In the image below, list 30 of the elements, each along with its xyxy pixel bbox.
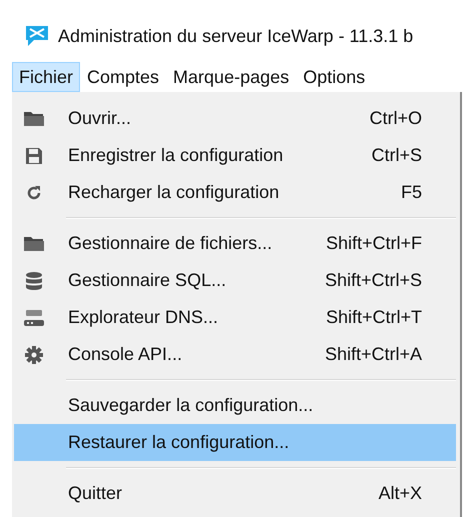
shortcut-label: Shift+Ctrl+F: [324, 232, 423, 255]
shortcut-label: F5: [400, 181, 423, 204]
settings-icon: [25, 346, 43, 364]
menu-item[interactable]: Quitter Alt+X: [14, 475, 456, 512]
menu-bar-item[interactable]: Fichier: [12, 62, 80, 92]
menu-item[interactable]: Enregistrer la configuration Ctrl+S: [14, 137, 456, 174]
menu-item[interactable]: Gestionnaire de fichiers... Shift+Ctrl+F: [14, 225, 456, 262]
shortcut-label: Shift+Ctrl+A: [324, 343, 423, 366]
shortcut-label: Shift+Ctrl+S: [324, 269, 423, 292]
shortcut-label: Alt+X: [377, 482, 423, 505]
menu-item[interactable]: Console API... Shift+Ctrl+A: [14, 336, 456, 373]
reload-icon: [26, 184, 42, 200]
menu-bar-item[interactable]: Marque-pages: [166, 62, 296, 92]
menu-item[interactable]: Restaurer la configuration...: [14, 424, 456, 461]
menu-item[interactable]: Ouvrir... Ctrl+O: [14, 100, 456, 137]
window-title: Administration du serveur IceWarp - 11.3.1 b: [58, 24, 414, 48]
folder-icon: [24, 110, 44, 126]
server-icon: [24, 308, 44, 328]
folder-icon: [24, 236, 44, 252]
menu-item[interactable]: Gestionnaire SQL... Shift+Ctrl+S: [14, 262, 456, 299]
shortcut-label: Shift+Ctrl+T: [324, 306, 423, 329]
menu-bar-item[interactable]: Comptes: [80, 62, 166, 92]
menu-item[interactable]: Sauvegarder la configuration...: [14, 387, 456, 424]
menu-bar-item[interactable]: Options: [296, 62, 372, 92]
app-logo-icon: [24, 24, 50, 48]
menu-item[interactable]: Recharger la configuration F5: [14, 174, 456, 211]
database-icon: [26, 272, 42, 290]
menu-item[interactable]: Explorateur DNS... Shift+Ctrl+T: [14, 299, 456, 336]
shortcut-label: Ctrl+S: [370, 144, 423, 167]
shortcut-label: Ctrl+O: [368, 107, 423, 130]
